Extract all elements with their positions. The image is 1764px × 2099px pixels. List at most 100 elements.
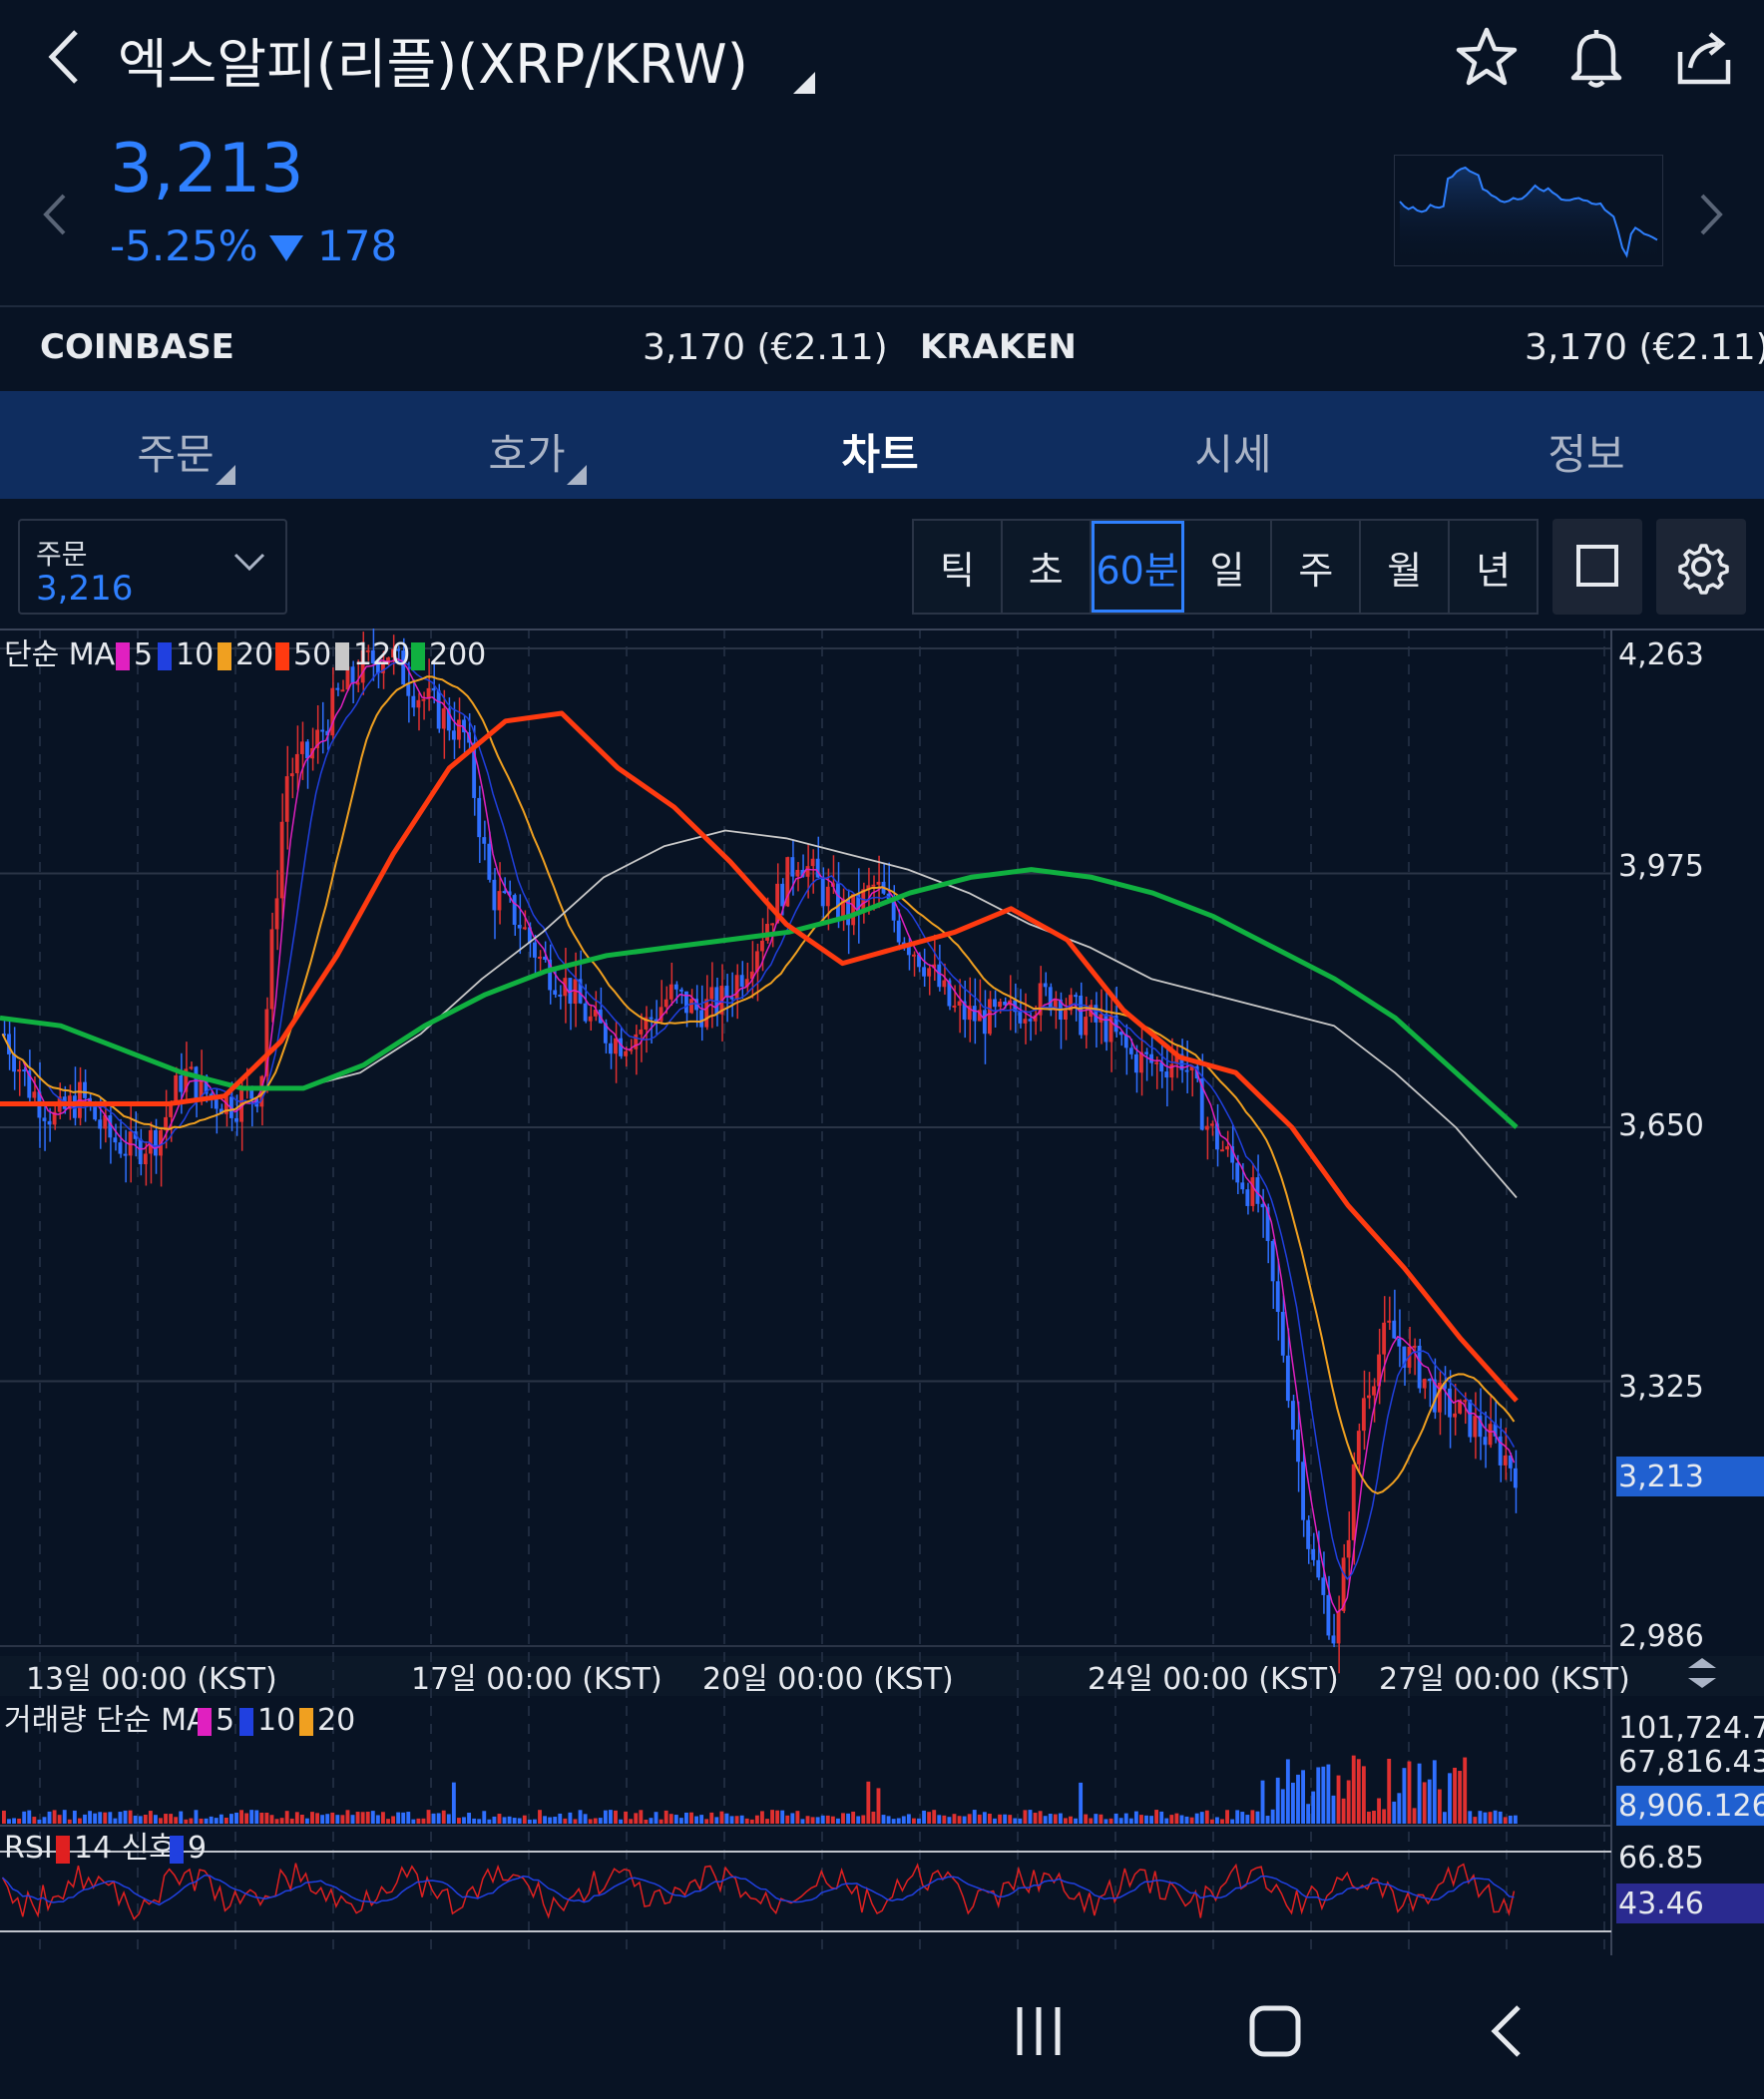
volume-bar xyxy=(1179,1815,1184,1824)
x-tick-label: 27일 00:00 (KST) xyxy=(1379,1662,1630,1697)
volume-bar xyxy=(1215,1817,1219,1824)
settings-button[interactable] xyxy=(1656,519,1746,615)
volume-legend-item: 10 xyxy=(257,1703,295,1738)
volume-bar xyxy=(1103,1819,1108,1824)
volume-bar xyxy=(1139,1815,1143,1824)
tab-chart[interactable]: 차트 xyxy=(780,421,980,482)
tab-order[interactable]: 주문 xyxy=(76,421,275,482)
candle-body xyxy=(1346,1539,1351,1558)
candle-body xyxy=(98,1119,103,1129)
volume-bar xyxy=(982,1812,987,1824)
interval-selector: 틱 초 60분 일 주 월 년 xyxy=(912,519,1539,615)
recent-apps-icon[interactable] xyxy=(1014,2003,1064,2059)
candle-body xyxy=(299,741,304,754)
candle-body xyxy=(1103,1014,1108,1043)
interval-week[interactable]: 주 xyxy=(1272,521,1362,613)
volume-bar xyxy=(189,1818,194,1824)
volume-bar xyxy=(1154,1810,1159,1824)
volume-bar xyxy=(2,1810,6,1824)
candle-body xyxy=(704,999,709,1028)
page-title[interactable]: 엑스알피(리플)(XRP/KRW) xyxy=(118,20,748,99)
candle-body xyxy=(1250,1177,1255,1206)
star-icon[interactable] xyxy=(1452,22,1522,92)
volume-bar xyxy=(254,1810,259,1824)
rsi-legend[interactable]: RSI 14 신호 9 xyxy=(4,1831,207,1866)
volume-bar xyxy=(441,1810,446,1824)
volume-bar xyxy=(103,1812,108,1824)
volume-bar xyxy=(1194,1813,1199,1824)
candle-body xyxy=(1503,1455,1508,1466)
title-dropdown-caret-icon[interactable] xyxy=(793,72,815,94)
volume-bar xyxy=(800,1819,805,1824)
bell-icon[interactable] xyxy=(1561,22,1631,92)
candle-body xyxy=(1291,1401,1295,1431)
volume-bar xyxy=(1169,1815,1174,1824)
volume-bar xyxy=(223,1817,228,1824)
candle-body xyxy=(1240,1182,1245,1190)
ma-legend[interactable]: 단순 MA 5 10 20 50 120 200 xyxy=(4,637,486,672)
interval-60min[interactable]: 60분 xyxy=(1091,521,1184,613)
tab-order-caret-icon xyxy=(216,465,235,485)
sparkline-chart[interactable] xyxy=(1394,155,1663,266)
volume-bar xyxy=(365,1812,370,1824)
volume-bar xyxy=(1225,1810,1229,1824)
volume-bar xyxy=(487,1819,492,1824)
candle-body xyxy=(1336,1610,1341,1644)
candle-body xyxy=(668,984,673,1000)
interval-second[interactable]: 초 xyxy=(1002,521,1092,613)
volume-bar xyxy=(1407,1761,1412,1824)
volume-bar xyxy=(1463,1757,1468,1824)
candle-body xyxy=(113,1137,118,1143)
fullscreen-button[interactable] xyxy=(1552,519,1642,615)
exchange-name-coinbase: COINBASE xyxy=(40,327,234,367)
volume-bar xyxy=(689,1812,693,1824)
candle-body xyxy=(1453,1413,1457,1418)
candle-body xyxy=(169,1104,174,1117)
volume-bar xyxy=(1265,1816,1270,1824)
candle-body xyxy=(83,1081,87,1098)
candle-body xyxy=(927,968,932,977)
volume-bar xyxy=(436,1813,441,1824)
share-icon[interactable] xyxy=(1668,22,1738,92)
volume-bar xyxy=(1392,1801,1397,1824)
previous-coin-icon[interactable] xyxy=(40,190,70,239)
candle-body xyxy=(1028,1019,1033,1022)
back-icon[interactable] xyxy=(40,22,90,92)
interval-year[interactable]: 년 xyxy=(1450,521,1538,613)
volume-legend[interactable]: 거래량 단순 MA 5 10 20 xyxy=(4,1703,355,1738)
next-coin-icon[interactable] xyxy=(1696,190,1726,239)
volume-bar xyxy=(340,1815,345,1824)
volume-bar xyxy=(391,1816,395,1824)
interval-tick[interactable]: 틱 xyxy=(914,521,1003,613)
volume-bar xyxy=(967,1814,972,1824)
volume-bar xyxy=(381,1812,385,1824)
home-icon[interactable] xyxy=(1247,2003,1303,2059)
volume-bar xyxy=(1184,1816,1189,1824)
candle-body xyxy=(1463,1400,1468,1403)
candle-body xyxy=(795,869,800,877)
candle-body xyxy=(699,1010,704,1028)
price-chart[interactable]: 4,263 3,975 3,650 3,325 2,986 3,213 단순 M… xyxy=(0,622,1764,1955)
volume-bar xyxy=(17,1818,22,1824)
volume-bar xyxy=(714,1817,719,1824)
volume-bar xyxy=(27,1810,32,1824)
interval-day[interactable]: 일 xyxy=(1183,521,1273,613)
tab-orderbook[interactable]: 호가 xyxy=(427,421,627,482)
candle-body xyxy=(871,884,876,887)
volume-bar xyxy=(83,1814,87,1824)
candle-body xyxy=(972,1006,977,1022)
volume-bar xyxy=(1321,1766,1326,1824)
volume-bar xyxy=(1003,1814,1008,1824)
volume-bar xyxy=(512,1818,517,1824)
exchange-name-kraken: KRAKEN xyxy=(920,327,1077,367)
interval-month[interactable]: 월 xyxy=(1361,521,1451,613)
candle-body xyxy=(663,999,668,1008)
tab-market[interactable]: 시세 xyxy=(1133,421,1333,482)
volume-bar xyxy=(1084,1814,1089,1824)
volume-bar xyxy=(891,1819,896,1824)
tab-info[interactable]: 정보 xyxy=(1487,421,1686,482)
volume-bar xyxy=(856,1816,861,1824)
back-nav-icon[interactable] xyxy=(1487,2003,1527,2059)
volume-bar xyxy=(93,1813,98,1824)
candle-body xyxy=(851,894,856,926)
